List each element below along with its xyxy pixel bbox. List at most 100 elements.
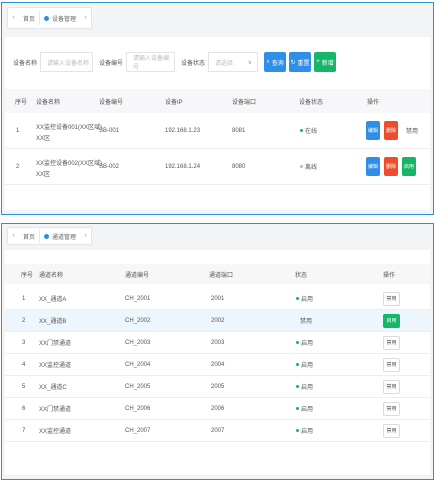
- disable-link[interactable]: 禁用: [406, 126, 418, 135]
- table-row[interactable]: 7 XX监控通道 CH_2007 2007 启用 禁用: [5, 420, 430, 442]
- channel-port-cell: 2002: [211, 317, 225, 324]
- tab-home-label: 首页: [23, 234, 36, 241]
- tab-bar: ‹ 首页 通道管理 ›: [2, 224, 433, 248]
- col-header: 状态: [295, 272, 308, 279]
- channel-code-cell: CH_2007: [125, 427, 151, 434]
- device-code-input[interactable]: 请输入设备编号: [126, 52, 176, 72]
- toggle-status-button[interactable]: 禁用: [383, 335, 400, 350]
- toggle-status-button[interactable]: 禁用: [383, 379, 400, 394]
- tab-home[interactable]: 首页: [19, 14, 39, 23]
- status-text: 启用: [301, 363, 314, 369]
- row-index: 2: [16, 163, 20, 170]
- tab-next-icon[interactable]: ›: [80, 15, 91, 21]
- device-area-cell: XX区: [36, 172, 51, 178]
- row-index: 1: [16, 127, 20, 134]
- col-header: 设备IP: [165, 99, 183, 106]
- channel-name-cell: XX监控通道: [39, 429, 72, 435]
- delete-button[interactable]: 删除: [384, 121, 398, 140]
- table-row[interactable]: 4 XX监控通道 CH_2004 2004 启用 禁用: [5, 354, 430, 376]
- chevron-down-icon: ∨: [247, 59, 253, 66]
- toggle-status-button[interactable]: 禁用: [383, 357, 400, 372]
- toggle-status-button[interactable]: 禁用: [383, 423, 400, 438]
- row-index: 2: [22, 317, 26, 324]
- search-icon: ⌕: [266, 58, 270, 65]
- edit-button[interactable]: 编辑: [366, 157, 380, 176]
- table-header: 序号 设备名称 设备编号 设备IP 设备端口 设备状态 操作: [5, 89, 430, 113]
- status-badge: 启用: [296, 360, 313, 369]
- channel-code-cell: CH_2005: [125, 383, 151, 390]
- content-card: 序号 通道名称 通道编号 通道端口 状态 操作 1 XX_通道A CH_2001…: [5, 250, 430, 475]
- tab-prev-icon[interactable]: ‹: [8, 15, 19, 21]
- table-row[interactable]: 5 XX_通道C CH_2005 2005 启用 禁用: [5, 376, 430, 398]
- status-text: 启用: [301, 341, 314, 347]
- channel-port-cell: 2006: [211, 405, 225, 412]
- status-badge: 离线: [300, 162, 317, 171]
- status-dot-icon: [296, 297, 299, 300]
- col-header: 设备状态: [299, 99, 324, 106]
- row-index: 1: [22, 295, 26, 302]
- toggle-status-button[interactable]: 启用: [383, 313, 400, 328]
- status-dot-icon: [300, 129, 303, 132]
- add-button-label: 新增: [321, 60, 334, 67]
- row-index: 5: [22, 383, 26, 390]
- status-badge: 启用: [296, 382, 313, 391]
- status-dot-icon: [296, 363, 299, 366]
- plus-icon: +: [316, 59, 320, 65]
- table-row[interactable]: 1 XX监控设备001(XX区域) XX区 SB-001 192.168.1.2…: [5, 113, 430, 149]
- status-text: 启用: [301, 429, 314, 435]
- device-status-select[interactable]: 请选择 ∨: [208, 52, 259, 72]
- device-code-cell: SB-001: [99, 127, 120, 134]
- device-name-input[interactable]: 请输入设备名称: [40, 52, 94, 72]
- table-row[interactable]: 2 XX_通道B CH_2002 2002 禁用 启用: [5, 310, 430, 332]
- tab-strip: ‹ 首页 设备管理 ›: [7, 7, 93, 29]
- tab-channel-management[interactable]: 通道管理: [40, 232, 80, 241]
- device-name-label: 设备名称: [13, 60, 38, 67]
- query-button[interactable]: ⌕ 查询: [264, 52, 287, 72]
- channel-code-cell: CH_2006: [125, 405, 151, 412]
- tab-device-management[interactable]: 设备管理: [40, 14, 80, 23]
- delete-button[interactable]: 删除: [384, 157, 398, 176]
- enable-button[interactable]: 启用: [402, 157, 416, 176]
- col-header: 序号: [15, 99, 28, 106]
- col-header: 通道编号: [125, 272, 150, 279]
- tab-home[interactable]: 首页: [19, 232, 39, 241]
- device-port-cell: 8081: [232, 127, 246, 134]
- tab-prev-icon[interactable]: ‹: [8, 233, 19, 239]
- tab-active-label: 通道管理: [52, 234, 77, 241]
- channel-name-cell: XX_通道A: [39, 297, 67, 303]
- device-code-cell: SB-002: [99, 163, 120, 170]
- status-dot-icon: [296, 429, 299, 432]
- status-text: 禁用: [300, 319, 313, 325]
- reset-button-label: 重置: [297, 60, 310, 67]
- tab-active-label: 设备管理: [52, 16, 77, 23]
- toggle-status-button[interactable]: 禁用: [383, 291, 400, 306]
- col-header: 操作: [367, 99, 380, 106]
- channel-name-cell: XX门禁通道: [39, 341, 72, 347]
- table-row[interactable]: 1 XX_通道A CH_2001 2001 启用 禁用: [5, 288, 430, 310]
- status-badge: 禁用: [300, 316, 312, 325]
- status-text: 在线: [305, 129, 318, 135]
- toggle-status-button[interactable]: 禁用: [383, 401, 400, 416]
- status-text: 启用: [301, 385, 314, 391]
- device-name-cell: XX监控设备002(XX区域): [36, 161, 103, 167]
- status-text: 启用: [301, 297, 314, 303]
- refresh-icon: ↻: [290, 59, 296, 66]
- device-status-label: 设备状态: [181, 60, 206, 67]
- channel-name-cell: XX_通道C: [39, 385, 67, 391]
- table-row[interactable]: 2 XX监控设备002(XX区域) XX区 SB-002 192.168.1.2…: [5, 149, 430, 185]
- col-header: 通道名称: [39, 272, 64, 279]
- reset-button[interactable]: ↻ 重置: [289, 52, 312, 72]
- active-dot-icon: [44, 15, 50, 21]
- table-row[interactable]: 3 XX门禁通道 CH_2003 2003 启用 禁用: [5, 332, 430, 354]
- table-header: 序号 通道名称 通道编号 通道端口 状态 操作: [5, 264, 430, 284]
- add-button[interactable]: + 新增: [314, 52, 337, 72]
- status-dot-icon: [296, 341, 299, 344]
- filter-bar: 设备名称 请输入设备名称 设备编号 请输入设备编号 设备状态 请选择 ∨ ⌕ 查询…: [13, 52, 337, 72]
- edit-button[interactable]: 编辑: [366, 121, 380, 140]
- channel-name-cell: XX_通道B: [39, 319, 67, 325]
- device-management-panel: ‹ 首页 设备管理 › 设备名称 请输入设备名称 设备编号 请输入设备编号 设备…: [1, 2, 434, 215]
- table-row[interactable]: 6 XX门禁通道 CH_2006 2006 启用 禁用: [5, 398, 430, 420]
- tab-next-icon[interactable]: ›: [80, 233, 91, 239]
- col-header: 设备编号: [99, 99, 124, 106]
- tab-home-label: 首页: [23, 16, 36, 23]
